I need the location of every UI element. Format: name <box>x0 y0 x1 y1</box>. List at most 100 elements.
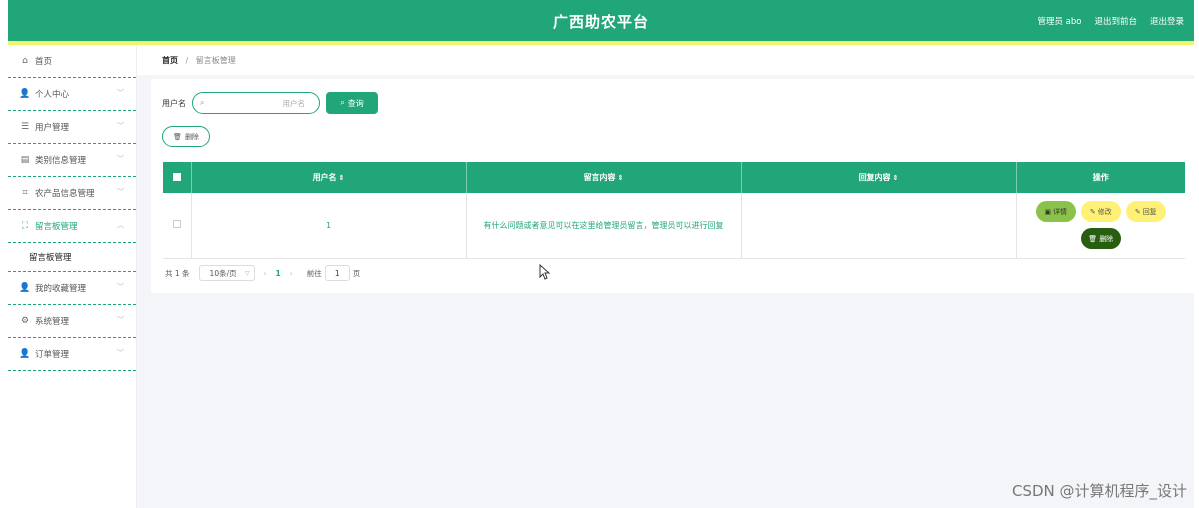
batch-delete-label: 删除 <box>184 132 199 141</box>
app-header: 广西助农平台 管理员 abo 退出到前台 退出登录 <box>8 0 1194 41</box>
sidebar-item-label: 用户管理 <box>35 123 70 133</box>
table-header-row: 用户名 ⇕ 留言内容 ⇕ 回复内容 ⇕ 操作 <box>163 162 1185 193</box>
search-label: 用户名 <box>162 98 186 108</box>
sidebar-item-label: 我的收藏管理 <box>35 284 87 294</box>
select-all-cell <box>163 162 192 193</box>
column-header-username[interactable]: 用户名 ⇕ <box>191 162 467 193</box>
crop-icon: ⌗ <box>22 188 28 198</box>
sidebar-item-product-management[interactable]: ⌗ 农产品信息管理 ﹀ <box>8 177 136 210</box>
back-to-frontend-link[interactable]: 退出到前台 <box>1094 15 1137 27</box>
reply-button[interactable]: ✎ 回复 <box>1125 201 1166 223</box>
sidebar-item-label: 类别信息管理 <box>35 156 87 166</box>
goto-label: 前往 <box>306 268 322 278</box>
row-select-cell <box>163 193 192 259</box>
row-actions-top: ▣ 详情 ✎ 修改 ✎ 回复 <box>1035 201 1166 223</box>
query-button-label: 查询 <box>347 98 364 108</box>
column-header-message[interactable]: 留言内容 ⇕ <box>466 162 742 193</box>
sidebar-item-home[interactable]: ⌂ 首页 <box>8 45 136 78</box>
cell-message: 有什么问题或者意见可以在这里给管理员留言，管理员可以进行回复 <box>466 193 742 259</box>
cell-actions: ▣ 详情 ✎ 修改 ✎ 回复 🗑 删除 <box>1016 193 1186 259</box>
breadcrumb-separator: / <box>185 56 189 65</box>
column-header-actions: 操作 <box>1092 173 1109 182</box>
main-content: 首页 / 留言板管理 用户名 ⌕ ⌕ 查询 🗑 删除 <box>137 45 1197 508</box>
clipboard-icon: ▤ <box>20 155 30 165</box>
user-icon: 👤 <box>19 349 31 359</box>
settings-icon: ⚙ <box>20 316 30 326</box>
breadcrumb-current: 留言板管理 <box>195 56 236 65</box>
prev-page-button[interactable]: ‹ <box>264 269 267 278</box>
sidebar: ⌂ 首页 👤 个人中心 ﹀ ☰ 用户管理 ﹀ ▤ 类别信息管理 ﹀ ⌗ 农产品信… <box>8 45 137 508</box>
delete-button[interactable]: 🗑 删除 <box>1080 228 1121 250</box>
edit-button[interactable]: ✎ 修改 <box>1080 201 1121 223</box>
watermark: CSDN @计算机程序_设计 <box>1011 482 1187 500</box>
chevron-down-icon: ﹀ <box>117 349 124 357</box>
row-actions: ▣ 详情 ✎ 修改 ✎ 回复 🗑 删除 <box>1017 201 1186 250</box>
chevron-down-icon: ﹀ <box>117 283 124 291</box>
sort-icon: ⇕ <box>892 174 899 182</box>
search-icon: ⌕ <box>340 98 345 107</box>
sidebar-item-label: 首页 <box>35 57 53 67</box>
fullscreen-icon: ⛶ <box>21 221 29 231</box>
page-size-value: 10条/页 <box>209 268 237 278</box>
breadcrumb: 首页 / 留言板管理 <box>137 45 1194 75</box>
trash-icon: 🗑 <box>173 132 182 141</box>
cell-username: 1 <box>191 193 467 259</box>
search-box: ⌕ <box>192 92 320 114</box>
search-icon: ⌕ <box>200 98 205 107</box>
page-unit-label: 页 <box>352 268 361 278</box>
chevron-down-icon: ﹀ <box>117 89 124 97</box>
admin-user-label: 管理员 abo <box>1037 17 1082 27</box>
sidebar-item-category-management[interactable]: ▤ 类别信息管理 ﹀ <box>8 144 136 177</box>
sidebar-item-system[interactable]: ⚙ 系统管理 ﹀ <box>8 305 136 338</box>
edit-icon: ✎ <box>1089 207 1096 216</box>
detail-icon: ▣ <box>1044 207 1052 216</box>
user-icon: 👤 <box>19 89 31 99</box>
trash-icon: 🗑 <box>1088 234 1098 243</box>
chevron-up-icon: ︿ <box>117 221 124 229</box>
sidebar-item-label: 个人中心 <box>35 90 70 100</box>
home-icon: ⌂ <box>22 56 28 66</box>
chevron-down-icon: ﹀ <box>117 316 124 324</box>
table-row: 1 有什么问题或者意见可以在这里给管理员留言，管理员可以进行回复 ▣ 详情 ✎ … <box>163 193 1186 259</box>
pagination-total: 共 1 条 <box>165 268 190 278</box>
row-checkbox[interactable] <box>172 220 181 229</box>
cell-reply <box>741 193 1017 259</box>
pagination: 共 1 条 10条/页 ▽ ‹ 1 › 前往 页 <box>165 265 360 281</box>
select-all-checkbox[interactable] <box>172 172 181 181</box>
mouse-cursor-icon <box>539 264 550 280</box>
detail-button[interactable]: ▣ 详情 <box>1035 201 1076 223</box>
sidebar-item-label: 订单管理 <box>35 350 70 360</box>
column-header-reply[interactable]: 回复内容 ⇕ <box>741 162 1017 193</box>
content-panel: 用户名 ⌕ ⌕ 查询 🗑 删除 用户名⇕ <box>151 79 1197 293</box>
sidebar-item-user-management[interactable]: ☰ 用户管理 ﹀ <box>8 111 136 144</box>
app-title: 广西助农平台 <box>552 13 649 31</box>
chevron-down-icon: ﹀ <box>117 122 124 130</box>
logout-link[interactable]: 退出登录 <box>1150 15 1184 27</box>
sidebar-item-favorites[interactable]: 👤 我的收藏管理 ﹀ <box>8 272 136 305</box>
chevron-down-icon: ▽ <box>244 269 250 277</box>
message-table: 用户名 ⇕ 留言内容 ⇕ 回复内容 ⇕ 操作 1 有什么问题或者意见可以在这里给… <box>163 162 1185 259</box>
goto-page-input[interactable] <box>324 265 350 281</box>
query-button[interactable]: ⌕ 查询 <box>326 92 378 114</box>
search-row: 用户名 ⌕ ⌕ 查询 <box>162 92 378 114</box>
page-size-select[interactable]: 10条/页 ▽ <box>198 265 255 281</box>
sidebar-item-label: 农产品信息管理 <box>35 189 95 199</box>
sidebar-item-message-board[interactable]: ⛶ 留言板管理 ︿ <box>8 210 136 243</box>
user-icon: 👤 <box>19 283 31 293</box>
list-icon: ☰ <box>20 122 30 132</box>
sidebar-item-label: 留言板管理 <box>35 222 78 232</box>
sort-icon: ⇕ <box>338 174 345 182</box>
next-page-button[interactable]: › <box>290 269 293 278</box>
header-links: 管理员 abo 退出到前台 退出登录 <box>1037 15 1184 27</box>
username-search-input[interactable] <box>213 96 305 111</box>
chevron-down-icon: ﹀ <box>117 188 124 196</box>
sidebar-item-personal-center[interactable]: 👤 个人中心 ﹀ <box>8 78 136 111</box>
sort-icon: ⇕ <box>617 174 624 182</box>
page-number-current[interactable]: 1 <box>276 269 281 278</box>
sidebar-subitem-message-board[interactable]: 留言板管理 <box>8 243 136 272</box>
chevron-down-icon: ﹀ <box>117 155 124 163</box>
breadcrumb-home[interactable]: 首页 <box>162 56 178 65</box>
batch-delete-button[interactable]: 🗑 删除 <box>162 126 210 147</box>
sidebar-item-orders[interactable]: 👤 订单管理 ﹀ <box>8 338 136 371</box>
sidebar-item-label: 系统管理 <box>35 317 70 327</box>
